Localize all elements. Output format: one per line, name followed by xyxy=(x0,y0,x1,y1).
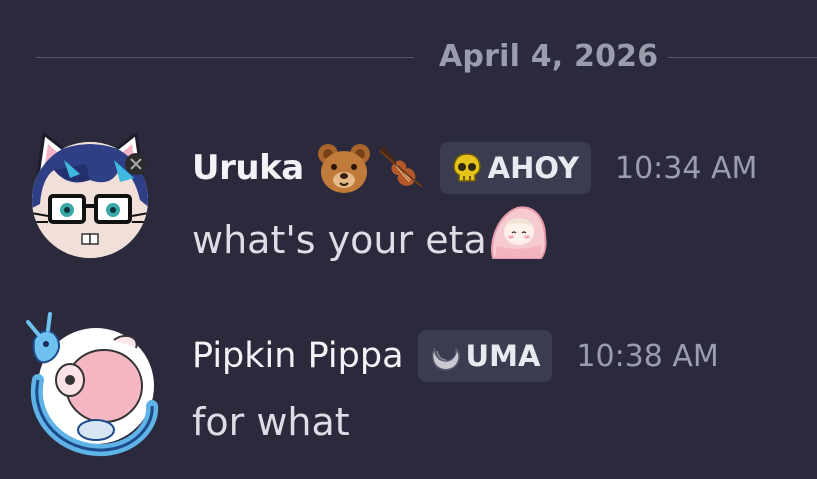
user-avatar-pipkin-pippa[interactable] xyxy=(24,310,159,457)
violin-emoji-icon xyxy=(378,146,423,188)
username-decorations xyxy=(316,141,426,195)
message-timestamp[interactable]: 10:34 AM xyxy=(615,151,757,186)
message-header: Pipkin Pippa UMA 10:38 AM xyxy=(192,328,719,384)
message-text: what's your eta xyxy=(192,218,487,262)
username[interactable]: Pipkin Pippa xyxy=(192,336,404,376)
crescent-ring-icon xyxy=(431,347,460,371)
next-message-partial xyxy=(480,462,810,479)
divider-line-left xyxy=(36,57,414,58)
message-text: for what xyxy=(192,400,350,444)
date-divider-label: April 4, 2026 xyxy=(439,39,659,74)
message-content: for what xyxy=(192,394,350,444)
user-avatar-uruka[interactable] xyxy=(24,130,156,262)
pink-creature-avatar-icon xyxy=(26,312,159,457)
message-timestamp[interactable]: 10:38 AM xyxy=(576,339,718,374)
date-divider: April 4, 2026 xyxy=(36,36,817,80)
cat-ear-avatar-icon xyxy=(32,131,148,258)
server-tag-label: UMA xyxy=(465,339,541,373)
server-tag[interactable]: AHOY xyxy=(439,142,591,194)
server-tag[interactable]: UMA xyxy=(417,330,553,382)
username[interactable]: Uruka xyxy=(192,148,304,188)
message-pipkin-pippa: Pipkin Pippa UMA 10:38 AM for what xyxy=(0,310,817,460)
message-header: Uruka AHOY 10:34 AM xyxy=(192,140,757,196)
skull-icon xyxy=(452,153,481,182)
server-tag-label: AHOY xyxy=(487,151,579,185)
divider-line-right xyxy=(668,57,817,58)
message-content: what's your eta xyxy=(192,206,549,262)
message-uruka: Uruka AHOY 10:34 AM what's your eta xyxy=(0,130,817,280)
bear-face-emoji-icon xyxy=(317,144,370,193)
blanket-girl-sticker-icon[interactable] xyxy=(487,202,549,262)
